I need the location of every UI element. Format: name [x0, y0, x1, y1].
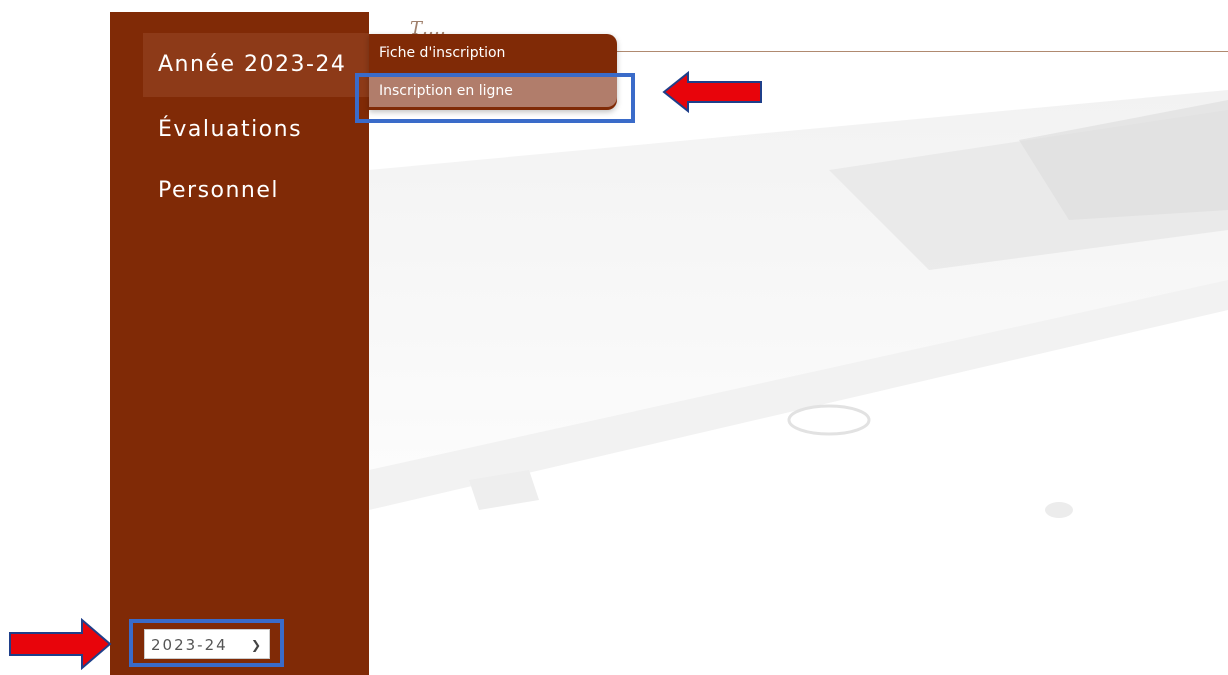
sidebar: Année 2023-24 Évaluations Personnel 2023… [110, 12, 369, 675]
sidebar-item-evaluations[interactable]: Évaluations [110, 98, 369, 162]
menu-item-label: Inscription en ligne [379, 83, 513, 99]
sidebar-item-personnel[interactable]: Personnel [110, 159, 369, 223]
year-select[interactable]: 2023-24 ❯ [144, 629, 270, 659]
menu-item-fiche-inscription[interactable]: Fiche d'inscription [369, 37, 617, 69]
red-arrow-right-icon [9, 618, 112, 670]
sidebar-item-annee[interactable]: Année 2023-24 [143, 33, 369, 97]
sidebar-item-label: Évaluations [158, 117, 303, 142]
city-background-image [369, 50, 1228, 675]
menu-item-label: Fiche d'inscription [379, 45, 506, 61]
annee-dropdown-menu: Fiche d'inscription Inscription en ligne [369, 34, 617, 110]
chevron-down-icon: ❯ [250, 638, 261, 652]
red-arrow-left-icon [662, 70, 762, 114]
menu-item-inscription-en-ligne[interactable]: Inscription en ligne [369, 75, 617, 107]
sidebar-item-label: Personnel [158, 178, 280, 203]
sidebar-item-label: Année 2023-24 [158, 52, 347, 77]
year-select-value: 2023-24 [151, 636, 228, 654]
